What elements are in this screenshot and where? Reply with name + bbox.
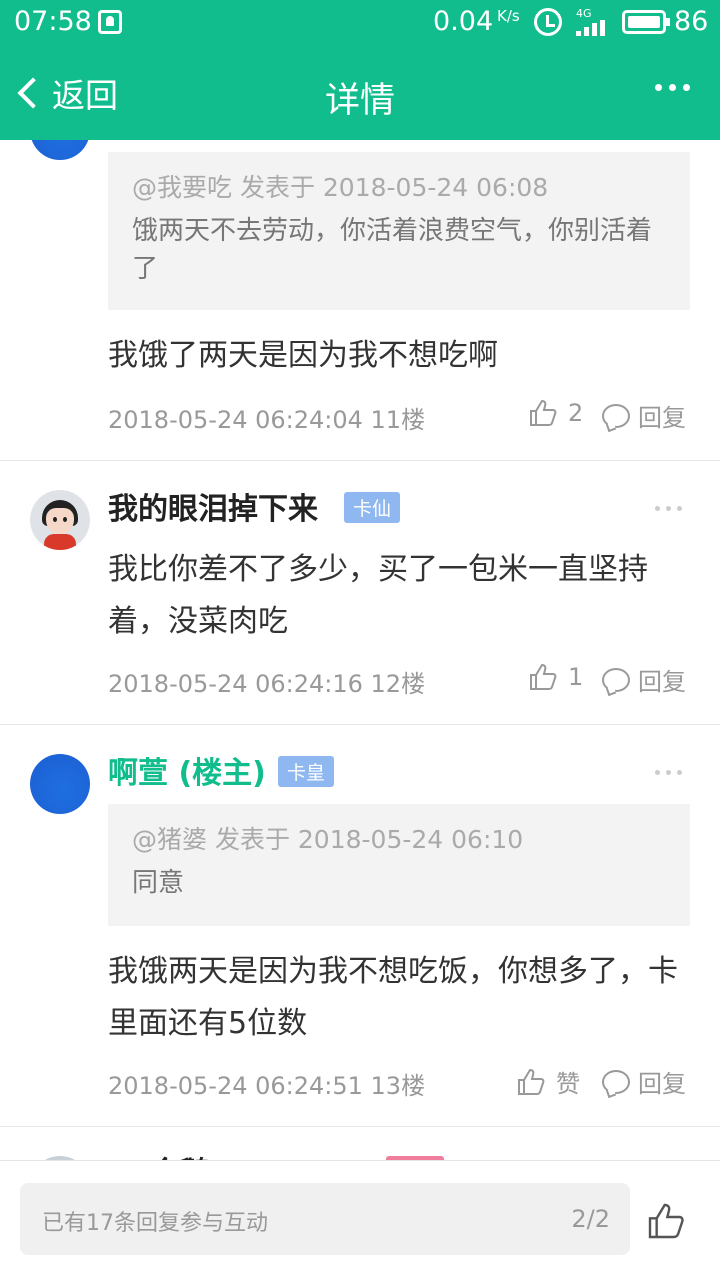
quote-body: 饿两天不去劳动，你活着浪费空气，你别活着了 — [132, 216, 653, 284]
level-badge: 卡皇 — [278, 756, 335, 787]
reply-label: 回复 — [638, 668, 686, 696]
divider — [0, 460, 720, 461]
reply-button[interactable]: 回复 — [602, 1064, 686, 1099]
battery-icon — [622, 10, 670, 34]
post-meta: 2018-05-24 06:24:16 12楼 — [108, 670, 426, 698]
post-text: 我饿两天是因为我不想吃饭，你想多了，卡里面还有5位数 — [108, 954, 678, 1041]
post-text: 我饿了两天是因为我不想吃啊 — [108, 338, 498, 373]
signal-icon — [576, 20, 610, 36]
post-more-icon[interactable] — [655, 770, 682, 775]
like-label: 赞 — [556, 1070, 580, 1098]
top-bar: 07:58 0.04 K/s 4G 86 返回 详情 — [0, 0, 720, 140]
bottom-bar: 已有17条回复参与互动 2/2 — [0, 1160, 720, 1280]
reply-bubble-icon — [602, 403, 630, 428]
like-count: 1 — [568, 663, 584, 691]
status-time: 07:58 — [14, 6, 92, 37]
battery-level: 86 — [674, 6, 709, 37]
reply-input-placeholder: 已有17条回复参与互动 — [42, 1211, 268, 1236]
reply-input[interactable]: 已有17条回复参与互动 2/2 — [20, 1183, 630, 1255]
reply-button[interactable]: 回复 — [602, 662, 686, 697]
author-name[interactable]: $5金鹅110213123 — [108, 1148, 398, 1160]
like-count: 2 — [568, 399, 584, 427]
reply-bubble-icon — [602, 667, 630, 692]
level-badge: 卡仙 — [344, 492, 401, 523]
page-title: 详情 — [324, 81, 395, 121]
author-name[interactable]: 我的眼泪掉下来 — [108, 484, 318, 528]
reply-label: 回复 — [638, 1070, 686, 1098]
nav-bar: 返回 详情 — [0, 46, 720, 140]
reply-button[interactable]: 回复 — [602, 398, 686, 433]
divider — [0, 1126, 720, 1127]
thumb-up-icon — [530, 399, 557, 426]
avatar[interactable] — [30, 754, 90, 814]
page-indicator: 2/2 — [571, 1205, 610, 1233]
like-button[interactable]: 1 — [528, 662, 583, 692]
like-button[interactable]: 2 — [528, 398, 583, 428]
quote-head: @我要吃 发表于 2018-05-24 06:08 — [132, 173, 549, 202]
quote-block: @我要吃 发表于 2018-05-24 06:08 饿两天不去劳动，你活着浪费空… — [108, 152, 690, 310]
notification-icon — [98, 10, 122, 34]
post-meta: 2018-05-24 06:24:04 11楼 — [108, 406, 426, 434]
post-text: 我比你差不了多少，买了一包米一直坚持着，没菜肉吃 — [108, 552, 648, 639]
network-type: 4G — [576, 7, 592, 20]
reply-bubble-icon — [602, 1069, 630, 1094]
post-more-icon[interactable] — [655, 506, 682, 511]
thumb-up-icon — [518, 1068, 545, 1095]
status-bar: 07:58 0.04 K/s 4G 86 — [0, 0, 720, 46]
divider — [0, 724, 720, 725]
network-speed-unit: K/s — [497, 7, 520, 25]
author-name[interactable]: 啊萱 (楼主) — [108, 748, 266, 792]
like-button[interactable]: 赞 — [516, 1064, 580, 1099]
reply-label: 回复 — [638, 404, 686, 432]
network-speed: 0.04 — [433, 6, 494, 37]
alarm-icon — [534, 8, 562, 36]
more-icon[interactable] — [655, 84, 690, 91]
quote-block: @猪婆 发表于 2018-05-24 06:10 同意 — [108, 804, 690, 926]
quote-body: 同意 — [132, 868, 185, 898]
quote-head: @猪婆 发表于 2018-05-24 06:10 — [132, 825, 524, 854]
thumb-up-icon — [530, 663, 557, 690]
reply-list: @我要吃 发表于 2018-05-24 06:08 饿两天不去劳动，你活着浪费空… — [0, 140, 720, 1160]
avatar[interactable] — [30, 140, 90, 160]
thumb-up-icon[interactable] — [646, 1201, 686, 1241]
avatar[interactable] — [30, 490, 90, 550]
post-meta: 2018-05-24 06:24:51 13楼 — [108, 1072, 426, 1100]
